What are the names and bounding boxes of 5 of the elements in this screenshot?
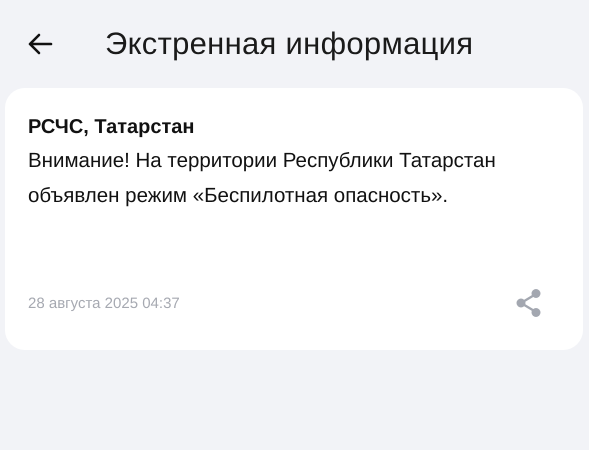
back-arrow-icon[interactable] bbox=[27, 33, 53, 55]
page-title: Экстренная информация bbox=[105, 26, 474, 62]
alert-date: 28 августа 2025 04:37 bbox=[28, 294, 180, 312]
alert-source: РСЧС, Татарстан bbox=[28, 115, 194, 140]
alert-message: Внимание! На территории Республики Татарстан объявлен режим «Беспилотная опасность». bbox=[28, 148, 497, 209]
